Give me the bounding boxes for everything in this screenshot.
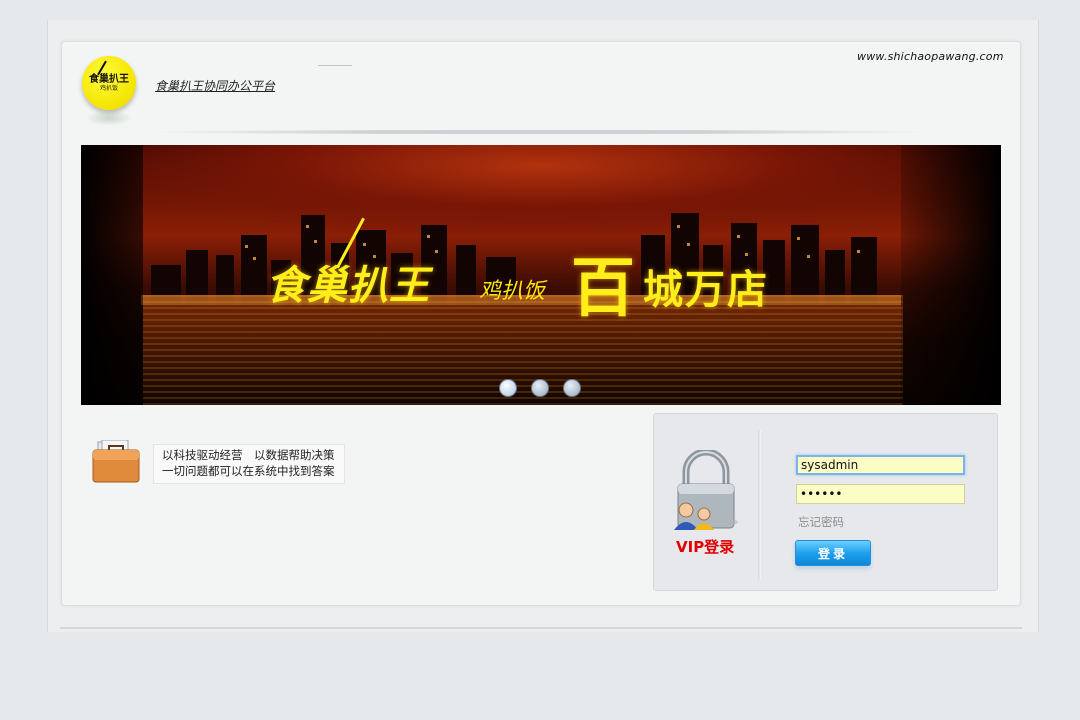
- promo-slogan: 以科技驱动经营 以数据帮助决策 一切问题都可以在系统中找到答案: [153, 444, 345, 484]
- banner-shade-left: [81, 145, 143, 405]
- promo-line-1: 以科技驱动经营 以数据帮助决策: [162, 448, 335, 462]
- username-input[interactable]: [796, 455, 965, 475]
- carousel-dot-1[interactable]: [499, 379, 517, 397]
- password-input[interactable]: [796, 484, 965, 504]
- briefcase-icon: [92, 440, 140, 483]
- banner-slogan-first: 百: [571, 252, 635, 326]
- logo-text-sub: 鸡扒饭: [99, 84, 118, 92]
- forgot-password-link[interactable]: 忘记密码: [798, 514, 844, 530]
- login-button[interactable]: 登录: [795, 540, 871, 566]
- vip-login-label: VIP登录: [676, 538, 735, 556]
- banner-brand-sub: 鸡扒饭: [479, 279, 546, 304]
- banner-brand-name: 食巢扒王: [266, 263, 430, 309]
- footer-divider: [60, 627, 1022, 629]
- site-url: www.shichaopawang.com: [857, 50, 1004, 63]
- carousel-dot-3[interactable]: [563, 379, 581, 397]
- carousel-dot-2[interactable]: [531, 379, 549, 397]
- header-separator: [140, 130, 940, 134]
- banner-carousel: 食巢扒王 鸡扒饭 百 城万店: [81, 145, 1001, 405]
- header-dash: [318, 65, 352, 66]
- login-divider: [758, 430, 761, 580]
- padlock-users-icon: [674, 450, 738, 530]
- logo-text-main: 食巢扒王: [89, 73, 129, 85]
- banner-slogan-rest: 城万店: [643, 267, 769, 313]
- logo-reflection: [86, 110, 132, 126]
- promo-line-2: 一切问题都可以在系统中找到答案: [162, 464, 335, 478]
- company-logo: 食巢扒王 鸡扒饭: [82, 56, 136, 110]
- carousel-indicators: [499, 379, 581, 397]
- platform-title: 食巢扒王协同办公平台: [155, 79, 276, 93]
- banner-shade-right: [901, 145, 1001, 405]
